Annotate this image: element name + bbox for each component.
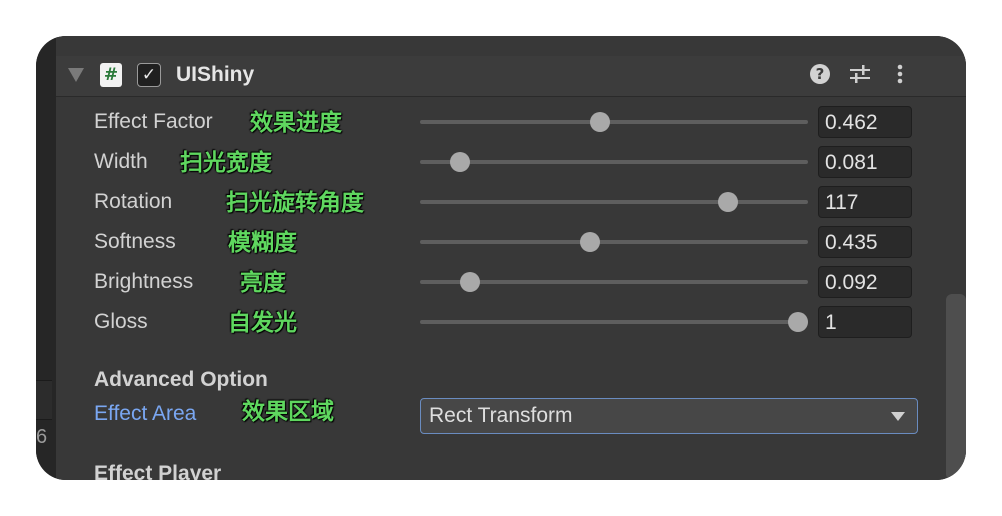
effect-area-annotation: 效果区域 — [242, 399, 334, 425]
slider-thumb[interactable] — [718, 192, 739, 212]
left-panel-strip: 6 — [36, 36, 56, 480]
width-slider[interactable] — [420, 152, 808, 172]
rotation-annotation: 扫光旋转角度 — [226, 190, 364, 216]
brightness-annotation: 亮度 — [240, 270, 286, 296]
component-title: UIShiny — [176, 63, 255, 86]
softness-annotation: 模糊度 — [228, 230, 297, 256]
effect-area-dropdown[interactable]: Rect Transform — [420, 398, 918, 434]
vertical-scrollbar[interactable] — [946, 294, 966, 480]
brightness-field[interactable]: 0.092 — [818, 266, 912, 298]
foldout-arrow-icon[interactable] — [68, 68, 84, 82]
component-enabled-checkbox[interactable]: ✓ — [137, 63, 161, 87]
effect-factor-label: Effect Factor — [94, 110, 213, 133]
left-panel-text: 6 — [36, 426, 48, 448]
gloss-field[interactable]: 1 — [818, 306, 912, 338]
effect-area-label: Effect Area — [94, 402, 197, 425]
more-options-icon[interactable] — [894, 62, 906, 86]
effect-factor-annotation: 效果进度 — [250, 110, 342, 136]
softness-field[interactable]: 0.435 — [818, 226, 912, 258]
rotation-slider[interactable] — [420, 192, 808, 212]
effect-factor-slider[interactable] — [420, 112, 808, 132]
slider-thumb[interactable] — [590, 112, 611, 132]
brightness-slider[interactable] — [420, 272, 808, 292]
effect-area-value: Rect Transform — [429, 404, 573, 427]
help-icon[interactable]: ? — [810, 64, 830, 84]
rotation-label: Rotation — [94, 190, 173, 213]
left-panel-box — [36, 380, 52, 420]
slider-thumb[interactable] — [460, 272, 481, 292]
slider-track[interactable] — [420, 160, 808, 164]
slider-track[interactable] — [420, 240, 808, 244]
slider-thumb[interactable] — [788, 312, 808, 332]
slider-thumb[interactable] — [449, 152, 470, 172]
rotation-field[interactable]: 117 — [818, 186, 912, 218]
width-field[interactable]: 0.081 — [818, 146, 912, 178]
width-annotation: 扫光宽度 — [180, 150, 272, 176]
inspector-window: 6 # ✓ UIShiny ? Effect Factor 效果进度 0.462… — [36, 36, 966, 480]
dropdown-arrow-icon — [891, 412, 905, 421]
slider-track[interactable] — [420, 120, 808, 124]
effect-factor-field[interactable]: 0.462 — [818, 106, 912, 138]
inspector-panel: # ✓ UIShiny ? Effect Factor 效果进度 0.462 W… — [56, 36, 966, 480]
gloss-annotation: 自发光 — [228, 310, 297, 336]
slider-thumb[interactable] — [580, 232, 601, 252]
script-icon: # — [100, 63, 122, 87]
slider-track[interactable] — [420, 320, 808, 324]
width-label: Width — [94, 150, 148, 173]
gloss-label: Gloss — [94, 310, 148, 333]
component-header[interactable]: # ✓ UIShiny ? — [56, 56, 966, 97]
softness-slider[interactable] — [420, 232, 808, 252]
advanced-option-heading: Advanced Option — [94, 368, 268, 391]
brightness-label: Brightness — [94, 270, 194, 293]
gloss-slider[interactable] — [420, 312, 808, 332]
softness-label: Softness — [94, 230, 176, 253]
slider-track[interactable] — [420, 200, 808, 204]
presets-sliders-icon[interactable] — [849, 62, 871, 86]
effect-player-heading: Effect Player — [94, 462, 222, 480]
